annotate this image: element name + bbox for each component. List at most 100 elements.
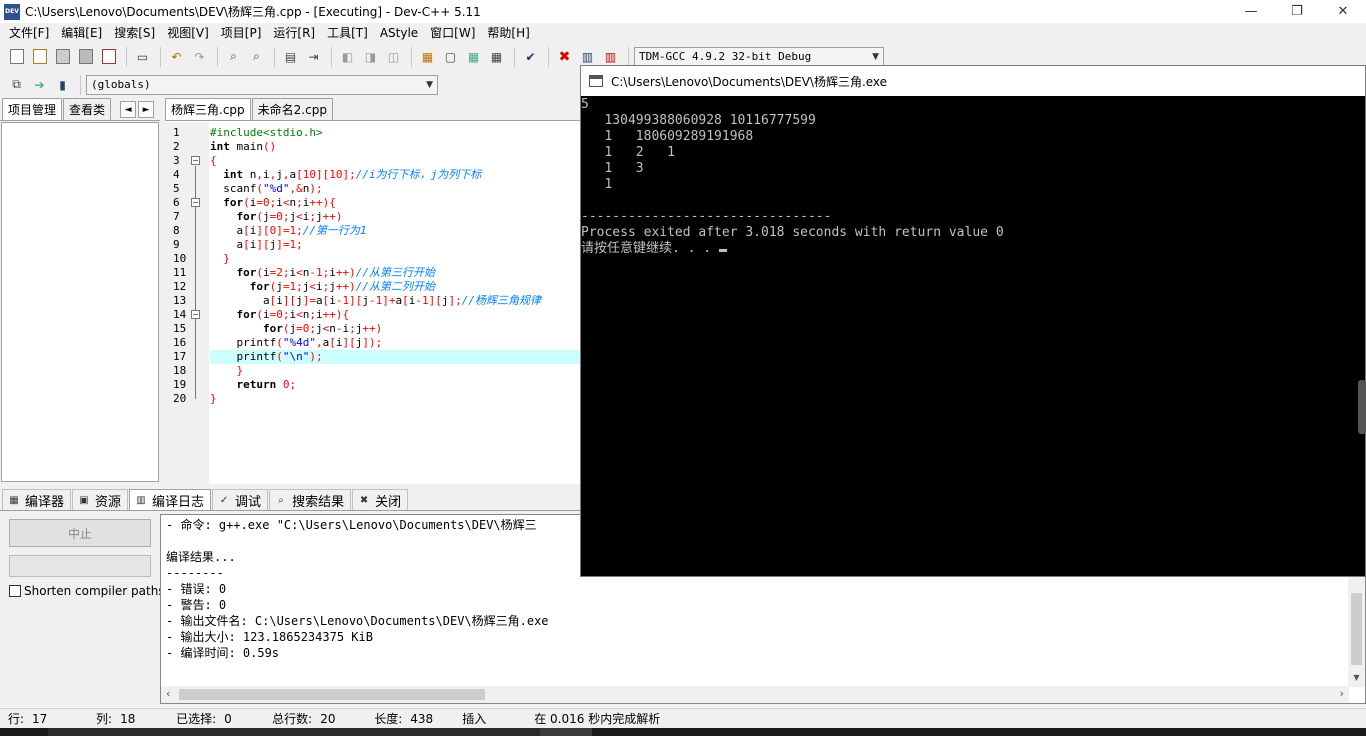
scope-select[interactable]: (globals) ▼	[86, 74, 438, 95]
code-line[interactable]: a[i][j]=a[i-1][j-1]+a[i-1][j];//杨辉三角规律	[210, 294, 585, 308]
scroll-right-icon[interactable]: ›	[1340, 687, 1344, 700]
code-line[interactable]: #include<stdio.h>	[210, 126, 585, 140]
redo-icon[interactable]: ↷	[189, 46, 210, 67]
code-line[interactable]: }	[210, 392, 585, 406]
code-line[interactable]: printf("\n");	[210, 350, 585, 364]
menu-tools[interactable]: 工具[T]	[321, 24, 374, 41]
fold-toggle-icon[interactable]: −	[191, 310, 200, 319]
menu-help[interactable]: 帮助[H]	[481, 24, 535, 41]
tab-file-yanghui[interactable]: 杨辉三角.cpp	[165, 98, 251, 120]
code-line[interactable]: for(i=2;i<n-1;i++)//从第三行开始	[210, 266, 585, 280]
tab-search-results[interactable]: ⌕ 搜索结果	[269, 489, 352, 510]
tab-file-untitled2[interactable]: 未命名2.cpp	[251, 98, 333, 120]
menu-window[interactable]: 窗口[W]	[424, 24, 481, 41]
scroll-thumb[interactable]	[179, 689, 485, 700]
menu-astyle[interactable]: AStyle	[374, 26, 424, 40]
code-line[interactable]: printf("%4d",a[i][j]);	[210, 336, 585, 350]
log-horizontal-scrollbar[interactable]: ‹ ›	[161, 686, 1349, 703]
compiler-icon: ▦	[9, 494, 19, 506]
code-line[interactable]: scanf("%d",&n);	[210, 182, 585, 196]
insert-icon[interactable]: ▮	[52, 74, 73, 95]
fold-toggle-icon[interactable]: −	[191, 198, 200, 207]
stop-icon[interactable]: ✖	[554, 46, 575, 67]
chart-icon[interactable]: ▥	[577, 46, 598, 67]
code-line[interactable]: for(i=0;i<n;i++){	[210, 196, 585, 210]
fold-toggle-icon[interactable]: −	[191, 156, 200, 165]
run-icon[interactable]: ▢	[440, 46, 461, 67]
code-line[interactable]: int main()	[210, 140, 585, 154]
tab-debug[interactable]: ✓ 调试	[212, 489, 269, 510]
scroll-thumb[interactable]	[1351, 593, 1362, 665]
code-line[interactable]: return 0;	[210, 378, 585, 392]
bookmark-icon[interactable]: ◧	[337, 46, 358, 67]
save-icon[interactable]	[52, 46, 73, 67]
open-icon[interactable]	[29, 46, 50, 67]
compile-run-icon[interactable]: ▦	[463, 46, 484, 67]
search-results-icon: ⌕	[278, 494, 284, 506]
taskbar-app-button[interactable]	[540, 728, 592, 736]
save-all-icon[interactable]	[75, 46, 96, 67]
compile-icon[interactable]: ▦	[417, 46, 438, 67]
menu-project[interactable]: 项目[P]	[215, 24, 268, 41]
console-line: --------------------------------	[581, 209, 1365, 225]
tab-resources[interactable]: ▣ 资源	[72, 489, 129, 510]
title-bar: DEV C:\Users\Lenovo\Documents\DEV\杨辉三角.c…	[0, 0, 1366, 23]
shorten-paths-checkbox[interactable]: Shorten compiler paths	[9, 584, 165, 598]
code-line[interactable]: }	[210, 252, 585, 266]
bookmark-next-icon[interactable]: ◨	[360, 46, 381, 67]
abort-compile-button[interactable]: 中止	[9, 519, 151, 547]
compiler-select[interactable]: TDM-GCC 4.9.2 32-bit Debug ▼	[634, 46, 884, 67]
scroll-down-icon[interactable]: ▼	[1348, 673, 1365, 682]
undo-icon[interactable]: ↶	[166, 46, 187, 67]
tab-class-view[interactable]: 查看类	[63, 98, 112, 120]
line-number: 20	[173, 392, 187, 405]
indent-icon[interactable]: ⇥	[303, 46, 324, 67]
console-window[interactable]: C:\Users\Lenovo\Documents\DEV\杨辉三角.exe 5…	[580, 65, 1366, 577]
project-tree[interactable]	[1, 122, 159, 482]
console-output[interactable]: 5 130499388060928 10116777599 1 18060928…	[581, 97, 1365, 576]
code-area[interactable]: #include<stdio.h> int main(){ int n,i,j,a…	[210, 122, 585, 484]
project-panel: 项目管理 查看类 ◄ ►	[0, 98, 160, 484]
close-button[interactable]: ✕	[1320, 0, 1366, 23]
new-file-icon[interactable]	[6, 46, 27, 67]
code-line[interactable]: for(j=0;j<i;j++)	[210, 210, 585, 224]
tab-compiler[interactable]: ▦ 编译器	[2, 489, 72, 510]
code-line[interactable]: for(j=0;j<n-i;j++)	[210, 322, 585, 336]
replace-icon[interactable]: ⌕	[246, 46, 267, 67]
console-cursor	[718, 249, 727, 252]
code-line[interactable]: a[i][0]=1;//第一行为1	[210, 224, 585, 238]
goto-icon[interactable]: ▤	[280, 46, 301, 67]
tab-compile-log[interactable]: ▥ 编译日志	[129, 489, 212, 510]
menu-edit[interactable]: 编辑[E]	[55, 24, 108, 41]
code-line[interactable]: {	[210, 154, 585, 168]
menu-view[interactable]: 视图[V]	[161, 24, 215, 41]
checkbox-box[interactable]	[9, 585, 21, 597]
tab-scroll-right-icon[interactable]: ►	[138, 101, 155, 118]
unindent-icon[interactable]: ◫	[383, 46, 404, 67]
check-syntax-icon[interactable]: ✔	[520, 46, 541, 67]
profile-icon[interactable]: ▥	[600, 46, 621, 67]
code-line[interactable]: a[i][j]=1;	[210, 238, 585, 252]
print-icon[interactable]: ▭	[132, 46, 153, 67]
code-line[interactable]: for(i=0;i<n;i++){	[210, 308, 585, 322]
line-number: 9	[173, 238, 180, 251]
tab-close-panel[interactable]: ✖ 关闭	[352, 489, 409, 510]
class-browser-icon[interactable]: ⧉	[6, 74, 27, 95]
menu-run[interactable]: 运行[R]	[267, 24, 321, 41]
tab-scroll-left-icon[interactable]: ◄	[120, 101, 137, 118]
parse-status: 在 0.016 秒内完成解析	[534, 712, 661, 726]
find-icon[interactable]: ⌕	[223, 46, 244, 67]
code-line[interactable]: }	[210, 364, 585, 378]
minimize-button[interactable]: —	[1228, 0, 1274, 23]
menu-file[interactable]: 文件[F]	[3, 24, 55, 41]
close-file-icon[interactable]	[98, 46, 119, 67]
scroll-left-icon[interactable]: ‹	[166, 687, 170, 700]
goto-definition-icon[interactable]: ➔	[29, 74, 50, 95]
code-line[interactable]: for(j=1;j<i;j++)//从第二列开始	[210, 280, 585, 294]
tab-project-manager[interactable]: 项目管理	[2, 98, 63, 120]
restore-button[interactable]: ❐	[1274, 0, 1320, 23]
code-line[interactable]: int n,i,j,a[10][10];//i为行下标，j为列下标	[210, 168, 585, 182]
menu-search[interactable]: 搜索[S]	[108, 24, 161, 41]
rebuild-icon[interactable]: ▦	[486, 46, 507, 67]
line-number: 18	[173, 364, 187, 377]
